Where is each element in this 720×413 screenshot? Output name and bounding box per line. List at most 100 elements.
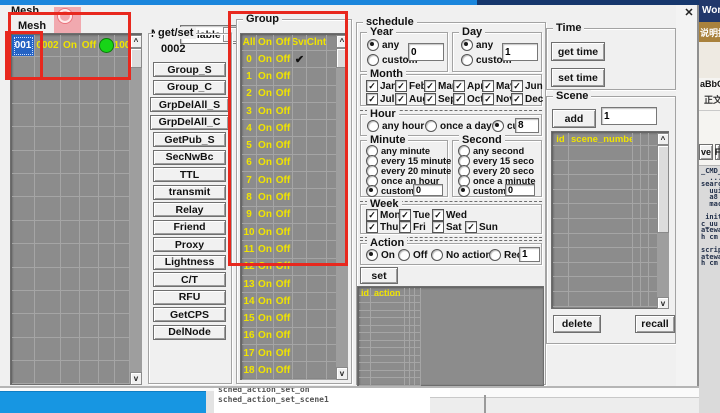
getset-button-transmit[interactable]: transmit — [153, 185, 226, 200]
radio-icon[interactable] — [492, 120, 504, 132]
group-svr-cell[interactable] — [293, 328, 307, 345]
action-on-option[interactable]: On — [366, 249, 395, 261]
group-clnt-cell[interactable] — [307, 293, 327, 310]
checkbox-icon[interactable]: ✓ — [366, 93, 378, 105]
second-custom-input[interactable] — [505, 184, 535, 196]
hour-custom-input[interactable] — [515, 118, 539, 133]
group-off-cell[interactable]: Off — [274, 362, 293, 379]
radio-icon[interactable] — [461, 54, 473, 66]
checkbox-icon[interactable]: ✓ — [511, 80, 523, 92]
scroll-down-icon[interactable]: v — [130, 372, 142, 385]
word-partial-button-2[interactable]: F — [715, 144, 720, 160]
scene-number-input[interactable] — [601, 107, 657, 125]
minute-option-4[interactable]: custom — [366, 185, 414, 197]
scene-header-number[interactable]: scene_number — [569, 133, 633, 146]
group-svr-cell[interactable] — [293, 345, 307, 362]
getset-button-group-s[interactable]: Group_S — [153, 62, 226, 77]
scroll-down-icon[interactable]: v — [657, 297, 669, 309]
group-clnt-cell[interactable] — [307, 328, 327, 345]
close-icon[interactable]: ✕ — [682, 5, 696, 19]
checkbox-icon[interactable]: ✓ — [432, 209, 444, 221]
getset-button-group-c[interactable]: Group_C — [153, 80, 226, 95]
checkbox-item-apr[interactable]: ✓Apr — [453, 80, 482, 92]
group-clnt-cell[interactable] — [307, 362, 327, 379]
group-on-cell[interactable]: On — [257, 310, 274, 327]
checkbox-item-nov[interactable]: ✓Nov — [482, 93, 511, 105]
delete-scene-button[interactable]: delete — [553, 315, 601, 333]
getset-button-grpdelall-c[interactable]: GrpDelAll_C — [150, 115, 229, 130]
getset-button-delnode[interactable]: DelNode — [153, 325, 226, 340]
checkbox-item-tue[interactable]: ✓Tue — [399, 209, 432, 221]
year-any-option[interactable]: any — [367, 39, 399, 51]
action-recall-input[interactable] — [519, 247, 540, 262]
day-custom-input[interactable] — [502, 43, 538, 61]
checkbox-item-mar[interactable]: ✓Mar — [424, 80, 453, 92]
checkbox-icon[interactable]: ✓ — [482, 80, 494, 92]
mesh-scrollbar[interactable]: ^ v — [130, 35, 142, 385]
checkbox-item-jan[interactable]: ✓Jan — [366, 80, 395, 92]
group-on-cell[interactable]: On — [257, 276, 274, 293]
group-clnt-cell[interactable] — [307, 310, 327, 327]
checkbox-icon[interactable]: ✓ — [424, 93, 436, 105]
radio-icon[interactable] — [367, 54, 379, 66]
group-on-cell[interactable]: On — [257, 345, 274, 362]
checkbox-icon[interactable]: ✓ — [453, 80, 465, 92]
checkbox-item-sun[interactable]: ✓Sun — [465, 221, 498, 233]
radio-icon[interactable] — [398, 249, 410, 261]
checkbox-item-fri[interactable]: ✓Fri — [399, 221, 432, 233]
checkbox-item-dec[interactable]: ✓Dec — [511, 93, 540, 105]
scroll-up-icon[interactable]: ^ — [130, 35, 142, 48]
getset-button-ttl[interactable]: TTL — [153, 167, 226, 182]
minute-custom-input[interactable] — [413, 184, 443, 196]
checkbox-icon[interactable]: ✓ — [366, 209, 378, 221]
getset-button-lightness[interactable]: Lightness — [153, 255, 226, 270]
group-clnt-cell[interactable] — [307, 345, 327, 362]
checkbox-icon[interactable]: ✓ — [399, 221, 411, 233]
group-on-cell[interactable]: On — [257, 293, 274, 310]
checkbox-item-oct[interactable]: ✓Oct — [453, 93, 482, 105]
radio-icon[interactable] — [425, 120, 437, 132]
checkbox-item-thu[interactable]: ✓Thu — [366, 221, 399, 233]
checkbox-icon[interactable]: ✓ — [511, 93, 523, 105]
checkbox-icon[interactable]: ✓ — [453, 93, 465, 105]
getset-button-proxy[interactable]: Proxy — [153, 237, 226, 252]
group-svr-cell[interactable] — [293, 362, 307, 379]
scene-scrollbar[interactable]: ^ v — [657, 133, 669, 309]
getset-button-getpub-s[interactable]: GetPub_S — [153, 132, 226, 147]
checkbox-icon[interactable]: ✓ — [399, 209, 411, 221]
hour-once-option[interactable]: once a day — [425, 120, 492, 132]
recall-scene-button[interactable]: recall — [635, 315, 675, 333]
checkbox-item-wed[interactable]: ✓Wed — [432, 209, 465, 221]
radio-icon[interactable] — [431, 249, 443, 261]
group-on-cell[interactable]: On — [257, 328, 274, 345]
checkbox-icon[interactable]: ✓ — [366, 221, 378, 233]
radio-icon[interactable] — [366, 185, 378, 197]
group-svr-cell[interactable] — [293, 276, 307, 293]
getset-button-friend[interactable]: Friend — [153, 220, 226, 235]
getset-button-grpdelall-s[interactable]: GrpDelAll_S — [150, 97, 229, 112]
word-ribbon-tab[interactable]: 说明搜 — [699, 22, 720, 42]
checkbox-item-sat[interactable]: ✓Sat — [432, 221, 465, 233]
checkbox-item-jul[interactable]: ✓Jul — [366, 93, 395, 105]
checkbox-item-aug[interactable]: ✓Aug — [395, 93, 424, 105]
action-noaction-option[interactable]: No action — [431, 249, 492, 261]
checkbox-item-jun[interactable]: ✓Jun — [511, 80, 540, 92]
group-off-cell[interactable]: Off — [274, 345, 293, 362]
year-custom-input[interactable] — [408, 43, 444, 61]
checkbox-item-sep[interactable]: ✓Sep — [424, 93, 453, 105]
group-off-cell[interactable]: Off — [274, 293, 293, 310]
checkbox-icon[interactable]: ✓ — [395, 93, 407, 105]
getset-button-relay[interactable]: Relay — [153, 202, 226, 217]
getset-button-getcps[interactable]: GetCPS — [153, 307, 226, 322]
scrollbar-thumb[interactable] — [130, 48, 142, 68]
radio-icon[interactable] — [366, 249, 378, 261]
set-button[interactable]: set — [360, 267, 398, 284]
word-partial-button-1[interactable]: ve — [699, 144, 713, 160]
set-time-button[interactable]: set time — [551, 68, 605, 87]
group-clnt-cell[interactable] — [307, 276, 327, 293]
checkbox-item-mon[interactable]: ✓Mon — [366, 209, 399, 221]
group-off-cell[interactable]: Off — [274, 310, 293, 327]
radio-icon[interactable] — [367, 39, 379, 51]
checkbox-icon[interactable]: ✓ — [432, 221, 444, 233]
group-on-cell[interactable]: On — [257, 362, 274, 379]
